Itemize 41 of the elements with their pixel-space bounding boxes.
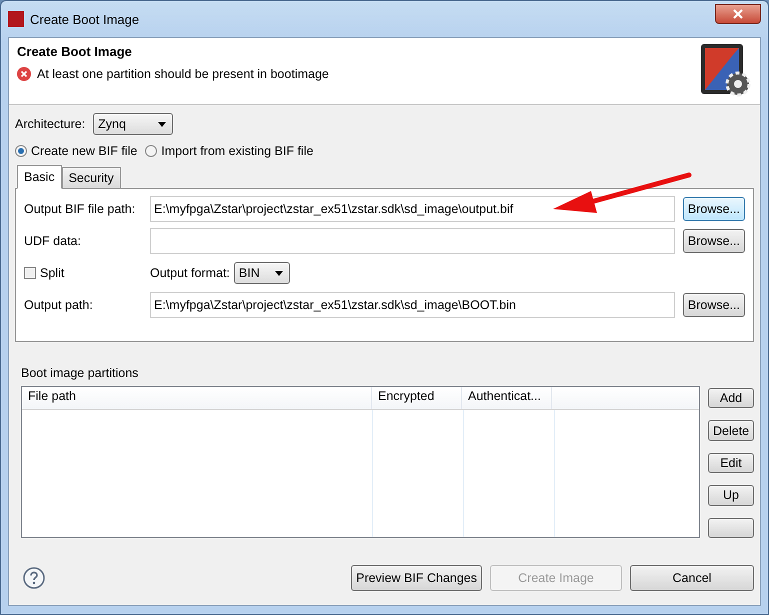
bif-mode-radio[interactable]: Create new BIF file <box>15 144 138 158</box>
app-logo-icon <box>8 11 24 27</box>
dialog-button[interactable]: Cancel <box>630 565 754 591</box>
bif-mode-radio[interactable]: Import from existing BIF file <box>145 144 314 158</box>
close-button[interactable] <box>715 4 761 24</box>
path-field[interactable]: E:\myfpga\Zstar\project\zstar_ex51\zstar.sdk\sd_image\output.bif <box>150 196 675 222</box>
caret-icon <box>158 122 166 126</box>
error-icon <box>17 67 31 81</box>
column-header[interactable]: File path <box>22 387 372 409</box>
column-header[interactable]: Authenticat... <box>462 387 552 409</box>
error-message: At least one partition should be present in bootimage <box>37 67 329 81</box>
field-label: UDF data: <box>24 234 82 248</box>
partition-button[interactable]: Add <box>708 388 754 408</box>
window-title: Create Boot Image <box>30 12 140 26</box>
checkbox-label: Split <box>40 266 64 280</box>
partition-button[interactable]: Edit <box>708 452 754 474</box>
field-label: Output BIF file path: <box>24 202 136 216</box>
section-title: Boot image partitions <box>21 366 140 380</box>
format-dropdown[interactable]: BIN <box>234 262 290 284</box>
partition-button[interactable] <box>708 518 754 538</box>
tab[interactable]: Security <box>62 167 121 189</box>
partition-button[interactable]: Up <box>708 485 754 506</box>
boot-image-gear-icon <box>700 44 752 98</box>
field-label: Output path: <box>24 298 94 312</box>
browse-button[interactable]: Browse... <box>682 229 745 253</box>
column-header[interactable]: Encrypted <box>372 387 462 409</box>
help-icon[interactable] <box>23 567 45 589</box>
architecture-label: Architecture: <box>15 117 86 131</box>
partition-button[interactable]: Delete <box>708 420 754 441</box>
split-checkbox[interactable] <box>24 267 36 279</box>
field-label: Output format: <box>150 266 230 280</box>
path-field[interactable]: E:\myfpga\Zstar\project\zstar_ex51\zstar.sdk\sd_image\BOOT.bin <box>150 292 675 318</box>
browse-button[interactable]: Browse... <box>682 293 745 317</box>
dialog-title: Create Boot Image <box>17 44 133 59</box>
architecture-dropdown[interactable]: Zynq <box>93 113 174 135</box>
path-field[interactable] <box>150 228 675 254</box>
dialog-button[interactable]: Preview BIF Changes <box>351 565 482 591</box>
close-icon <box>733 9 743 19</box>
browse-button[interactable]: Browse... <box>682 197 745 221</box>
caret-icon <box>274 270 283 276</box>
tab[interactable]: Basic <box>17 165 62 189</box>
